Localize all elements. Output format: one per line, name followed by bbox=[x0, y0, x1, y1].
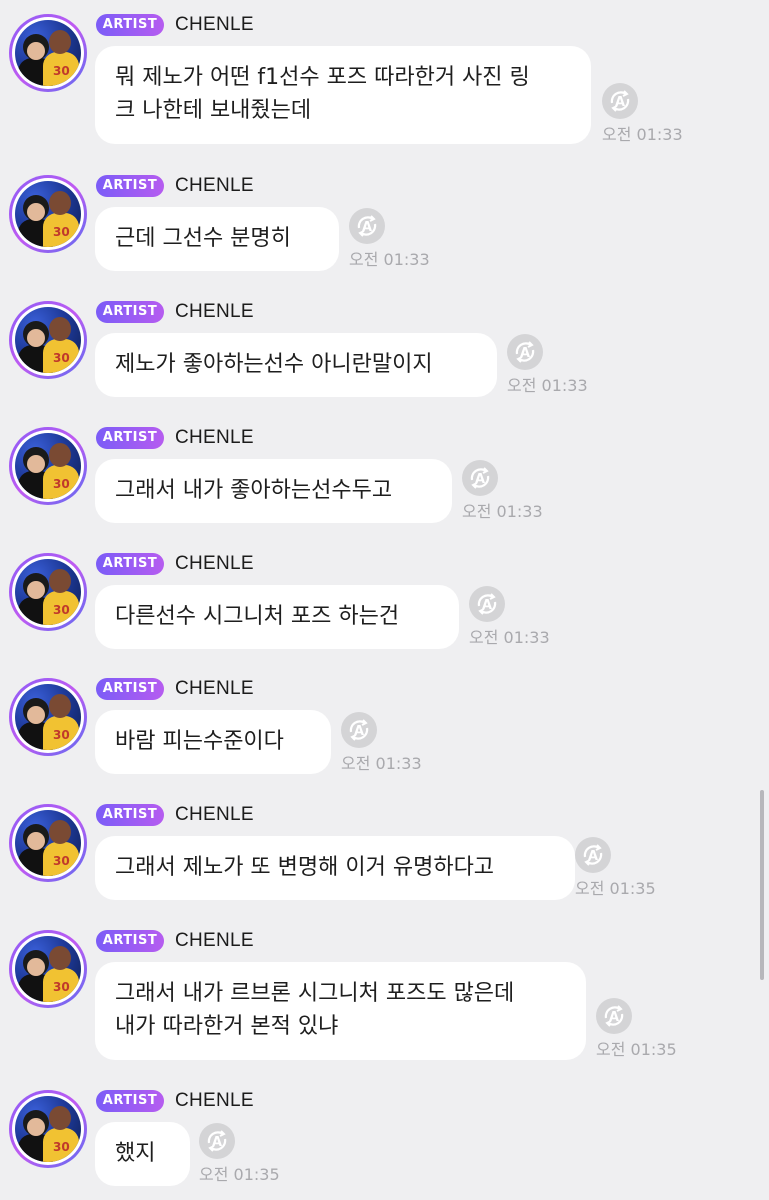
artist-badge: ARTIST bbox=[96, 1090, 164, 1112]
message-timestamp: 오전 01:35 bbox=[199, 1165, 280, 1184]
svg-text:A: A bbox=[609, 1010, 619, 1025]
translate-icon[interactable]: A bbox=[341, 712, 377, 748]
message-bubble: 바람 피는수준이다 bbox=[95, 710, 331, 774]
artist-badge: ARTIST bbox=[96, 14, 164, 36]
artist-name: CHENLE bbox=[175, 1090, 254, 1111]
avatar-photo: 30 bbox=[15, 559, 81, 625]
artist-name: CHENLE bbox=[175, 553, 254, 574]
artist-name: CHENLE bbox=[175, 301, 254, 322]
message-timestamp: 오전 01:33 bbox=[469, 628, 550, 647]
artist-name: CHENLE bbox=[175, 427, 254, 448]
message-bubble: 그래서 내가 좋아하는선수두고 bbox=[95, 459, 452, 523]
artist-avatar[interactable]: 30 bbox=[9, 804, 87, 882]
translate-icon[interactable]: A bbox=[469, 586, 505, 622]
message-bubble: 그래서 내가 르브론 시그니처 포즈도 많은데 내가 따라한거 본적 있냐 bbox=[95, 962, 586, 1060]
avatar-ring: 30 bbox=[12, 430, 84, 502]
artist-avatar[interactable]: 30 bbox=[9, 553, 87, 631]
avatar-ring: 30 bbox=[12, 933, 84, 1005]
avatar-ring: 30 bbox=[12, 304, 84, 376]
translate-icon[interactable]: A bbox=[596, 998, 632, 1034]
svg-text:A: A bbox=[482, 598, 492, 613]
translate-icon[interactable]: A bbox=[507, 334, 543, 370]
message-bubble: 했지 bbox=[95, 1122, 190, 1186]
translate-icon[interactable]: A bbox=[575, 837, 611, 873]
avatar-photo: 30 bbox=[15, 307, 81, 373]
message-timestamp: 오전 01:35 bbox=[596, 1040, 677, 1059]
message-bubble: 다른선수 시그니처 포즈 하는건 bbox=[95, 585, 459, 649]
avatar-photo: 30 bbox=[15, 1096, 81, 1162]
artist-badge: ARTIST bbox=[96, 301, 164, 323]
avatar-ring: 30 bbox=[12, 556, 84, 628]
message-timestamp: 오전 01:33 bbox=[462, 502, 543, 521]
avatar-ring: 30 bbox=[12, 17, 84, 89]
avatar-photo: 30 bbox=[15, 20, 81, 86]
message-timestamp: 오전 01:33 bbox=[602, 125, 683, 144]
artist-badge: ARTIST bbox=[96, 678, 164, 700]
artist-name: CHENLE bbox=[175, 678, 254, 699]
svg-text:A: A bbox=[362, 220, 372, 235]
scrollbar[interactable] bbox=[760, 790, 764, 980]
artist-badge: ARTIST bbox=[96, 930, 164, 952]
message-timestamp: 오전 01:35 bbox=[575, 879, 656, 898]
message-timestamp: 오전 01:33 bbox=[349, 250, 430, 269]
artist-badge: ARTIST bbox=[96, 804, 164, 826]
artist-avatar[interactable]: 30 bbox=[9, 301, 87, 379]
svg-text:A: A bbox=[475, 472, 485, 487]
artist-name: CHENLE bbox=[175, 804, 254, 825]
svg-text:A: A bbox=[354, 724, 364, 739]
avatar-photo: 30 bbox=[15, 936, 81, 1002]
message-bubble: 뭐 제노가 어떤 f1선수 포즈 따라한거 사진 링 크 나한테 보내줬는데 bbox=[95, 46, 591, 144]
avatar-ring: 30 bbox=[12, 681, 84, 753]
artist-badge: ARTIST bbox=[96, 175, 164, 197]
message-timestamp: 오전 01:33 bbox=[341, 754, 422, 773]
avatar-photo: 30 bbox=[15, 810, 81, 876]
svg-text:A: A bbox=[212, 1135, 222, 1150]
artist-avatar[interactable]: 30 bbox=[9, 427, 87, 505]
artist-name: CHENLE bbox=[175, 930, 254, 951]
artist-name: CHENLE bbox=[175, 175, 254, 196]
avatar-photo: 30 bbox=[15, 433, 81, 499]
svg-text:A: A bbox=[520, 346, 530, 361]
svg-text:A: A bbox=[588, 849, 598, 864]
message-timestamp: 오전 01:33 bbox=[507, 376, 588, 395]
artist-avatar[interactable]: 30 bbox=[9, 1090, 87, 1168]
avatar-ring: 30 bbox=[12, 1093, 84, 1165]
avatar-photo: 30 bbox=[15, 181, 81, 247]
artist-avatar[interactable]: 30 bbox=[9, 14, 87, 92]
artist-name: CHENLE bbox=[175, 14, 254, 35]
translate-icon[interactable]: A bbox=[602, 83, 638, 119]
avatar-ring: 30 bbox=[12, 178, 84, 250]
translate-icon[interactable]: A bbox=[349, 208, 385, 244]
svg-text:A: A bbox=[615, 95, 625, 110]
translate-icon[interactable]: A bbox=[462, 460, 498, 496]
avatar-ring: 30 bbox=[12, 807, 84, 879]
artist-avatar[interactable]: 30 bbox=[9, 175, 87, 253]
message-bubble: 근데 그선수 분명히 bbox=[95, 207, 339, 271]
avatar-photo: 30 bbox=[15, 684, 81, 750]
message-bubble: 제노가 좋아하는선수 아니란말이지 bbox=[95, 333, 497, 397]
message-bubble: 그래서 제노가 또 변명해 이거 유명하다고 bbox=[95, 836, 575, 900]
translate-icon[interactable]: A bbox=[199, 1123, 235, 1159]
artist-badge: ARTIST bbox=[96, 553, 164, 575]
artist-avatar[interactable]: 30 bbox=[9, 678, 87, 756]
artist-avatar[interactable]: 30 bbox=[9, 930, 87, 1008]
artist-badge: ARTIST bbox=[96, 427, 164, 449]
